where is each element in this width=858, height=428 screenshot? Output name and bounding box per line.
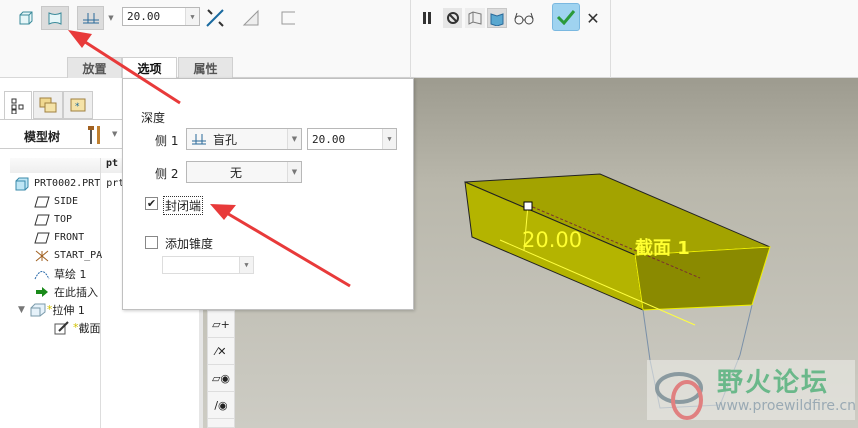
side2-label: 侧 2	[155, 167, 179, 181]
csys-toggle-icon[interactable]: ⁄✕	[208, 338, 234, 365]
favorites-tab-icon[interactable]: *	[63, 91, 93, 119]
drag-handle[interactable]	[523, 201, 533, 211]
csys-icon	[35, 250, 49, 261]
datum-plane-icon	[34, 232, 50, 243]
panel-title: 模型树	[24, 130, 61, 144]
tree-item-insert-here[interactable]: 在此插入	[34, 283, 98, 300]
side1-label: 侧 1	[155, 134, 179, 148]
glasses-icon[interactable]	[512, 6, 536, 30]
section-edit-icon	[54, 320, 69, 334]
watermark-logo-icon	[655, 372, 703, 420]
chevron-down-icon[interactable]: ▼	[185, 8, 199, 25]
svg-text:*: *	[75, 102, 80, 112]
datum-plane-icon	[34, 214, 50, 225]
folder-browser-tab-icon[interactable]	[33, 91, 63, 119]
options-panel: 深度 侧 1 盲孔 ▼ 20.00 ▼ 侧 2 无 ▼ ✔ 封闭端 添加锥度 ▼	[122, 78, 414, 310]
expand-triangle-icon: ▼	[18, 304, 25, 315]
add-taper-label[interactable]: 添加锥度	[165, 235, 213, 252]
tree-item-top[interactable]: TOP	[34, 211, 72, 228]
chevron-down-icon: ▼	[239, 257, 253, 273]
pause-icon[interactable]	[420, 6, 434, 30]
tab-options[interactable]: 选项	[122, 57, 177, 78]
datum-feature-icon[interactable]: ▱+	[208, 311, 234, 338]
depth-type-dropdown[interactable]: ▼	[104, 6, 118, 30]
tree-item-extrude[interactable]: ▼ * 拉伸 1	[18, 301, 85, 318]
chevron-down-icon: ▼	[382, 129, 396, 149]
thicken-icon[interactable]	[277, 6, 299, 30]
tree-item-csys[interactable]: START_PA	[34, 247, 102, 264]
flip-direction-icon[interactable]	[203, 6, 227, 30]
confirm-check-icon[interactable]	[552, 3, 580, 31]
chevron-down-icon: ▼	[287, 162, 301, 182]
tree-item-sketch[interactable]: 草绘 1	[34, 265, 87, 282]
watermark: 野火论坛 www.proewildfire.cn	[647, 360, 856, 420]
datum-plane-icon	[34, 196, 50, 207]
sketch-icon	[34, 270, 50, 279]
part-icon	[15, 177, 29, 190]
extrude-icon	[30, 303, 46, 316]
tab-properties[interactable]: 属性	[178, 57, 233, 78]
solid-icon[interactable]	[14, 6, 38, 30]
blind-depth-icon[interactable]	[77, 6, 104, 30]
no-preview-icon[interactable]	[443, 8, 462, 28]
side1-depth-type-select[interactable]: 盲孔 ▼	[186, 128, 302, 150]
remove-material-icon[interactable]	[240, 6, 262, 30]
tree-item-front[interactable]: FRONT	[34, 229, 84, 246]
tab-placement[interactable]: 放置	[67, 57, 122, 78]
surface-icon[interactable]	[41, 6, 69, 30]
cancel-x-icon[interactable]: ✕	[585, 6, 601, 30]
axis-display-icon[interactable]: /◉	[208, 392, 234, 419]
settings-tools-icon[interactable]	[86, 124, 104, 149]
side1-depth-value-input[interactable]: 20.00 ▼	[307, 128, 397, 150]
taper-angle-input: ▼	[162, 256, 254, 274]
insert-arrow-icon	[36, 286, 48, 297]
preview-verify-icon[interactable]	[487, 8, 507, 28]
tree-item-section[interactable]: * 截面	[54, 319, 101, 336]
capped-ends-label[interactable]: 封闭端	[163, 196, 204, 215]
settings-dropdown[interactable]: ▼	[112, 130, 117, 138]
dashboard-ribbon: ▼ 20.00 ▼ ✕ 放置 选项 属性	[0, 0, 858, 78]
depth-dimension[interactable]: 20.00	[522, 228, 582, 252]
tree-item-side[interactable]: SIDE	[34, 193, 78, 210]
plane-display-icon[interactable]: ▱◉	[208, 365, 234, 392]
tree-item-part[interactable]: PRT0002.PRT prt0	[14, 175, 130, 192]
section-label: 截面 1	[635, 238, 690, 259]
vertical-toolbar: ▱+ ⁄✕ ▱◉ /◉	[207, 310, 235, 428]
depth-value-input[interactable]: 20.00 ▼	[122, 7, 200, 26]
chevron-down-icon: ▼	[287, 129, 301, 149]
side2-depth-type-select[interactable]: 无 ▼	[186, 161, 302, 183]
capped-ends-checkbox[interactable]: ✔	[145, 197, 158, 210]
model-tree-tab-icon[interactable]	[4, 91, 32, 119]
add-taper-checkbox	[145, 236, 158, 249]
depth-label: 深度	[141, 111, 166, 125]
blind-depth-icon	[192, 134, 206, 145]
preview-mesh-icon[interactable]	[465, 8, 485, 28]
